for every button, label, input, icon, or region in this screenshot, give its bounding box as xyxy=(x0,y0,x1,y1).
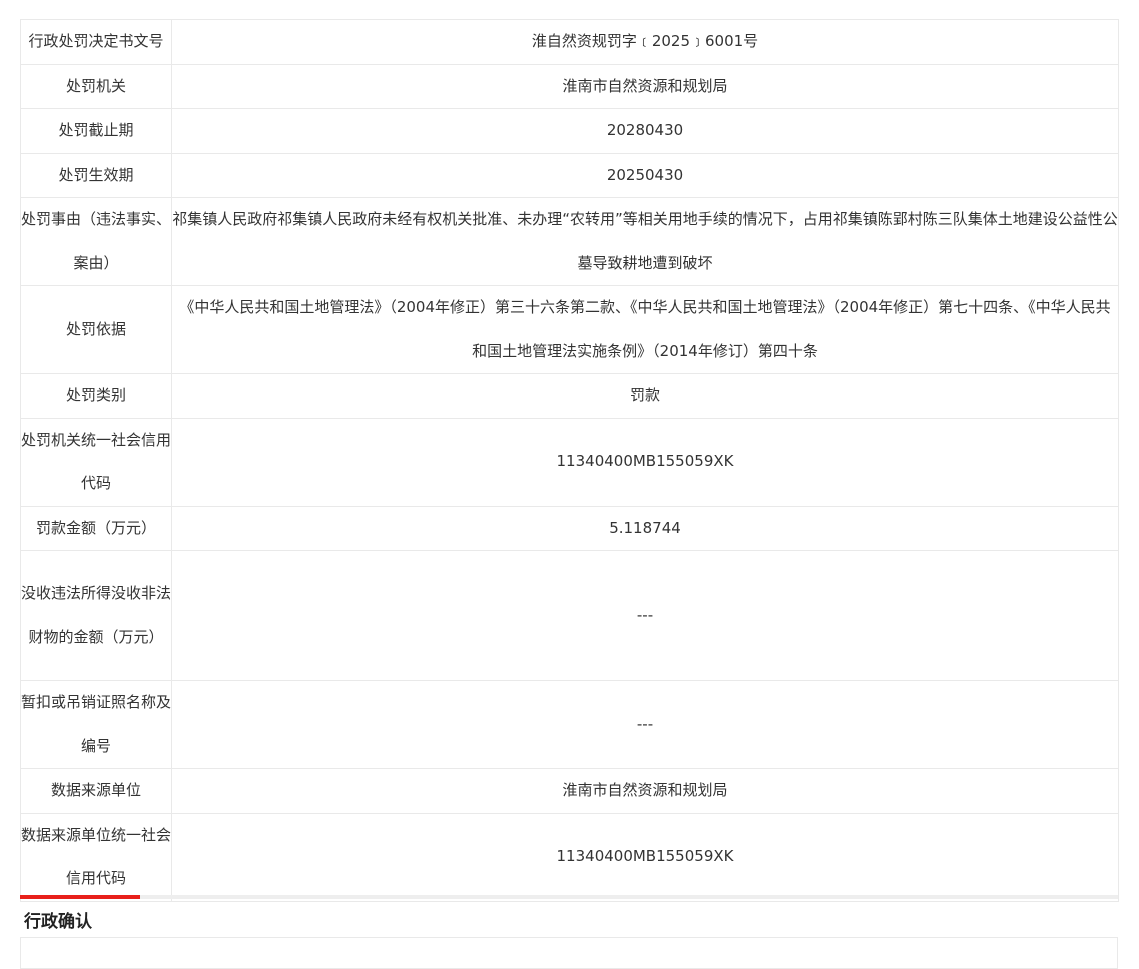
penalty-info-table: 行政处罚决定书文号 淮自然资规罚字﹝2025﹞6001号 处罚机关 淮南市自然资… xyxy=(20,19,1119,902)
row-value: 《中华人民共和国土地管理法》（2004年修正）第三十六条第二款、《中华人民共和国… xyxy=(171,285,1119,374)
row-label: 暂扣或吊销证照名称及编号 xyxy=(20,680,172,769)
row-value: 20250430 xyxy=(171,152,1119,198)
row-label: 数据来源单位统一社会信用代码 xyxy=(20,812,172,902)
row-label: 处罚依据 xyxy=(20,285,172,374)
row-value: 祁集镇人民政府祁集镇人民政府未经有权机关批准、未办理“农转用”等相关用地手续的情… xyxy=(171,197,1119,286)
row-label: 处罚事由（违法事实、案由） xyxy=(20,197,172,286)
section-title-administrative-confirmation: 行政确认 xyxy=(24,912,92,932)
row-label: 没收违法所得没收非法财物的金额（万元） xyxy=(20,550,172,681)
row-label: 数据来源单位 xyxy=(20,768,172,814)
table-row: 罚款金额（万元） 5.118744 xyxy=(20,505,1119,551)
row-value: 20280430 xyxy=(171,108,1119,154)
table-row: 没收违法所得没收非法财物的金额（万元） --- xyxy=(20,550,1119,681)
table-row: 处罚事由（违法事实、案由） 祁集镇人民政府祁集镇人民政府未经有权机关批准、未办理… xyxy=(20,197,1119,286)
row-value: 11340400MB155059XK xyxy=(171,812,1119,902)
table-row: 暂扣或吊销证照名称及编号 --- xyxy=(20,680,1119,769)
row-value: 5.118744 xyxy=(171,505,1119,551)
row-value: 淮自然资规罚字﹝2025﹞6001号 xyxy=(171,19,1119,65)
row-label: 处罚截止期 xyxy=(20,108,172,154)
table-row: 处罚机关统一社会信用代码 11340400MB155059XK xyxy=(20,417,1119,507)
table-row: 数据来源单位统一社会信用代码 11340400MB155059XK xyxy=(20,812,1119,902)
row-label: 处罚机关 xyxy=(20,63,172,109)
row-value: --- xyxy=(171,550,1119,681)
penalty-info-section: 行政处罚决定书文号 淮自然资规罚字﹝2025﹞6001号 处罚机关 淮南市自然资… xyxy=(20,19,1119,902)
table-row: 处罚机关 淮南市自然资源和规划局 xyxy=(20,63,1119,109)
section-accent-bar xyxy=(20,895,140,899)
row-label: 处罚生效期 xyxy=(20,152,172,198)
table-row: 数据来源单位 淮南市自然资源和规划局 xyxy=(20,768,1119,814)
table-row: 处罚类别 罚款 xyxy=(20,373,1119,419)
row-value: 罚款 xyxy=(171,373,1119,419)
row-label: 罚款金额（万元） xyxy=(20,505,172,551)
table-row: 处罚生效期 20250430 xyxy=(20,152,1119,198)
table-row: 处罚依据 《中华人民共和国土地管理法》（2004年修正）第三十六条第二款、《中华… xyxy=(20,285,1119,374)
row-value: 淮南市自然资源和规划局 xyxy=(171,63,1119,109)
table-row: 处罚截止期 20280430 xyxy=(20,108,1119,154)
row-value: --- xyxy=(171,680,1119,769)
section-divider xyxy=(20,895,1118,899)
row-label: 行政处罚决定书文号 xyxy=(20,19,172,65)
row-label: 处罚机关统一社会信用代码 xyxy=(20,417,172,507)
next-section-table xyxy=(20,937,1118,969)
row-label: 处罚类别 xyxy=(20,373,172,419)
table-row: 行政处罚决定书文号 淮自然资规罚字﹝2025﹞6001号 xyxy=(20,19,1119,65)
row-value: 11340400MB155059XK xyxy=(171,417,1119,507)
row-value: 淮南市自然资源和规划局 xyxy=(171,768,1119,814)
